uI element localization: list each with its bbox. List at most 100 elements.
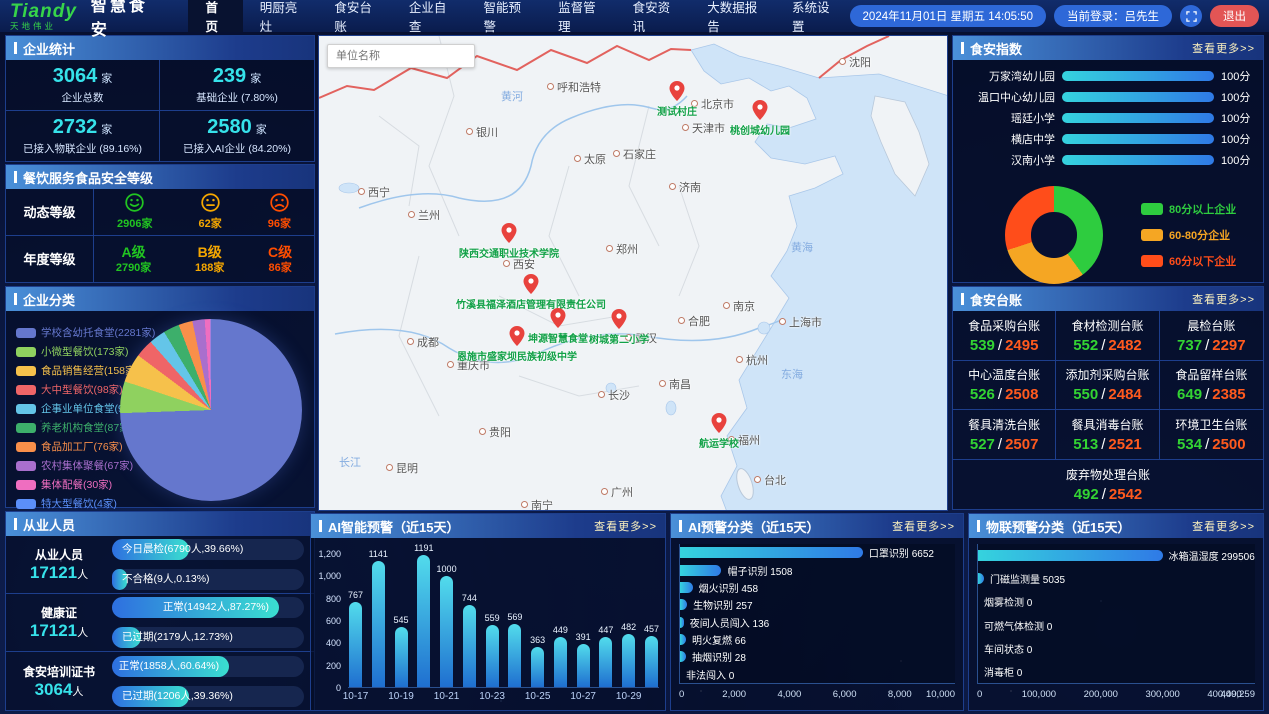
bar-value-label: 569 xyxy=(507,612,522,622)
bar-slot: 447 xyxy=(598,554,613,687)
legend-swatch xyxy=(16,404,36,414)
nav-item[interactable]: 食安台账 xyxy=(317,0,392,32)
hbar-row: 明火复燃 66 xyxy=(680,632,955,647)
level-count: 62家 xyxy=(198,217,221,231)
nav-item[interactable]: 明厨亮灶 xyxy=(243,0,318,32)
bar xyxy=(531,647,544,687)
ledger-done: 513 xyxy=(1073,436,1098,453)
ai-category-bar-chart: 口罩识别 6652帽子识别 1508烟火识别 458生物识别 257夜间人员闯入… xyxy=(671,538,963,710)
hbar-row: 烟雾检测 0 xyxy=(978,594,1255,609)
grade-label: B级 xyxy=(195,243,224,261)
china-map[interactable]: 沈阳呼和浩特北京市天津市石家庄太原济南银川西宁兰州郑州西安南京上海市合肥杭州武汉… xyxy=(318,35,948,511)
stat-label: 企业总数 xyxy=(62,90,104,105)
ledger-values: 552/2482 xyxy=(1073,337,1142,354)
hbar-row: 消毒柜 0 xyxy=(978,664,1255,679)
ledger-done: 649 xyxy=(1177,386,1202,403)
logout-button[interactable]: 退出 xyxy=(1210,5,1259,27)
map-marker[interactable] xyxy=(753,100,768,120)
ledger-done: 550 xyxy=(1073,386,1098,403)
personnel-row-left: 从业人员17121人 xyxy=(6,546,112,583)
ledger-values: 527/2507 xyxy=(970,436,1039,453)
x-tick-label: 10,000 xyxy=(926,689,955,700)
personnel-row-left: 健康证17121人 xyxy=(6,604,112,641)
ledger-separator: / xyxy=(998,337,1002,354)
nav-item[interactable]: 智能预警 xyxy=(467,0,542,32)
city-dot-icon xyxy=(358,188,365,195)
nav-item[interactable]: 食安资讯 xyxy=(616,0,691,32)
ledger-done: 526 xyxy=(970,386,995,403)
panel-title: 食安指数 xyxy=(970,39,1022,58)
legend-item[interactable]: 集体配餐(30家) xyxy=(16,475,155,494)
bar-slot: 100010-21 xyxy=(439,554,454,687)
x-tick-label: 0 xyxy=(977,689,982,700)
bar-plot-area: 76710-17114154510-191191100010-217445591… xyxy=(348,554,659,688)
donut-legend-item[interactable]: 60分以下企业 xyxy=(1141,248,1236,274)
ledger-cell: 晨检台账737/2297 xyxy=(1160,311,1263,361)
donut-hole xyxy=(1031,212,1076,257)
level-item: 2906家 xyxy=(117,192,152,232)
bar-value-label: 363 xyxy=(530,635,545,645)
hbar-label: 明火复燃 66 xyxy=(692,632,746,647)
city-dot-icon xyxy=(754,476,761,483)
legend-item[interactable]: 学校含幼托食堂(2281家) xyxy=(16,323,155,342)
map-marker[interactable] xyxy=(712,413,727,433)
food-index-panel: 食安指数 查看更多>> 万家湾幼儿园100分温口中心幼儿园100分瑶廷小学100… xyxy=(952,35,1264,283)
map-marker[interactable] xyxy=(510,326,525,346)
map-marker[interactable] xyxy=(551,308,566,328)
stat-cell: 2580家已接入AI企业 (84.20%) xyxy=(160,111,314,162)
city-dot-icon xyxy=(779,318,786,325)
view-more-link[interactable]: 查看更多>> xyxy=(1192,291,1255,307)
nav-item[interactable]: 企业自查 xyxy=(392,0,467,32)
ledger-name: 添加剂采购台账 xyxy=(1065,366,1149,383)
stat-value: 239 xyxy=(213,65,246,87)
x-tick-label: 0 xyxy=(679,689,684,700)
ledger-cell: 食品采购台账539/2495 xyxy=(953,311,1056,361)
legend-swatch xyxy=(1141,229,1163,241)
legend-swatch xyxy=(16,480,36,490)
map-marker[interactable] xyxy=(502,223,517,243)
ledger-separator: / xyxy=(998,436,1002,453)
main-nav: 首页明厨亮灶食安台账企业自查智能预警监督管理食安资讯大数据报告系统设置 xyxy=(188,0,849,32)
level-items: 2906家62家96家 xyxy=(94,189,314,235)
view-more-link[interactable]: 查看更多>> xyxy=(1192,40,1255,56)
city-label: 北京市 xyxy=(691,96,734,112)
tiandy-logo: Tiandy 天地伟业 xyxy=(0,2,85,31)
donut-legend-item[interactable]: 60-80分企业 xyxy=(1141,222,1236,248)
map-marker[interactable] xyxy=(670,81,685,101)
nav-item[interactable]: 首页 xyxy=(188,0,242,32)
ledger-cell: 环境卫生台账534/2500 xyxy=(1160,410,1263,460)
ledger-name: 晨检台账 xyxy=(1187,317,1235,334)
city-dot-icon xyxy=(723,302,730,309)
bar xyxy=(486,625,499,687)
ledger-separator: / xyxy=(1101,337,1105,354)
city-dot-icon xyxy=(682,124,689,131)
x-tick-label: 4,000 xyxy=(778,689,802,700)
nav-item[interactable]: 监督管理 xyxy=(541,0,616,32)
unit-search-input[interactable] xyxy=(327,44,475,68)
donut-legend-item[interactable]: 80分以上企业 xyxy=(1141,196,1236,222)
personnel-progress-bar: 已过期(2179人,12.73%) xyxy=(112,627,304,648)
x-tick-label: 200,000 xyxy=(1084,689,1118,700)
fullscreen-icon xyxy=(1186,11,1197,22)
map-pin-icon xyxy=(510,326,525,346)
nav-item[interactable]: 大数据报告 xyxy=(690,0,775,32)
view-more-link[interactable]: 查看更多>> xyxy=(1192,518,1255,534)
city-label: 南昌 xyxy=(659,376,691,392)
city-label: 太原 xyxy=(574,151,606,167)
map-marker[interactable] xyxy=(612,309,627,329)
bar xyxy=(372,561,385,687)
legend-item[interactable]: 小微型餐饮(173家) xyxy=(16,342,155,361)
x-tick-label: 6,000 xyxy=(833,689,857,700)
view-more-link[interactable]: 查看更多>> xyxy=(892,518,955,534)
food-index-row: 瑶廷小学100分 xyxy=(953,107,1263,128)
bar-value-label: 1191 xyxy=(414,543,433,553)
nav-item[interactable]: 系统设置 xyxy=(775,0,850,32)
panel-header: 食安台账 查看更多>> xyxy=(953,287,1263,311)
city-label: 合肥 xyxy=(678,313,710,329)
index-bar-fill xyxy=(1062,155,1214,165)
ledger-separator: / xyxy=(1205,337,1209,354)
fullscreen-button[interactable] xyxy=(1180,5,1202,27)
map-marker[interactable] xyxy=(524,274,539,294)
ledger-name: 餐具清洗台账 xyxy=(968,416,1040,433)
view-more-link[interactable]: 查看更多>> xyxy=(594,518,657,534)
